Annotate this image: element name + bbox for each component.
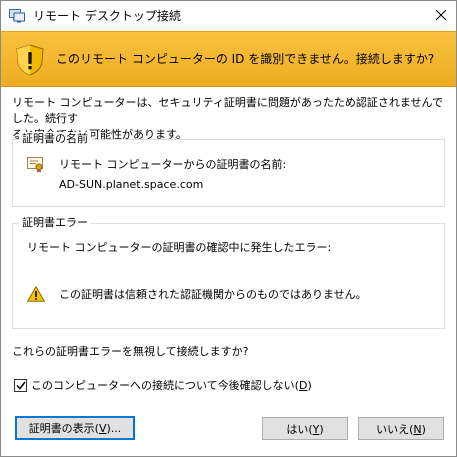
no-button[interactable]: いいえ(N)	[358, 417, 444, 440]
cert-name-group-label: 証明書の名前	[19, 132, 91, 146]
checkmark-icon	[15, 381, 26, 390]
dont-ask-checkbox[interactable]	[14, 379, 27, 392]
description-line-1: リモート コンピューターは、セキュリティ証明書に問題があったため認証されませんで…	[12, 96, 443, 125]
cert-error-caption: リモート コンピューターの証明書の確認中に発生したエラー:	[27, 241, 332, 254]
cert-name-caption: リモート コンピューターからの証明書の名前:	[59, 158, 287, 171]
warning-banner: このリモート コンピューターの ID を識別できません。接続しますか?	[1, 31, 456, 87]
view-certificate-button[interactable]: 証明書の表示(V)...	[15, 416, 135, 440]
certificate-icon	[27, 157, 45, 173]
remote-desktop-dialog: リモート デスクトップ接続 このリモート コンピューターの ID を識別できませ…	[0, 0, 457, 457]
cert-name-group	[12, 139, 445, 207]
banner-message: このリモート コンピューターの ID を識別できません。接続しますか?	[56, 52, 435, 66]
cert-error-group	[12, 223, 445, 329]
cert-name-value: AD-SUN.planet.space.com	[59, 178, 204, 191]
view-certificate-label: 証明書の表示(V)...	[28, 422, 122, 435]
yes-label: はい(Y)	[286, 422, 324, 436]
window-title: リモート デスクトップ接続	[33, 9, 181, 23]
shield-warning-icon	[15, 44, 45, 76]
warning-icon	[27, 286, 45, 302]
yes-button[interactable]: はい(Y)	[262, 417, 348, 440]
cert-error-message: この証明書は信頼された認証機関からのものではありません。	[59, 288, 367, 301]
close-icon	[435, 9, 447, 23]
remote-desktop-icon	[9, 9, 25, 23]
ignore-question: これらの証明書エラーを無視して接続しますか?	[12, 345, 249, 358]
cert-error-group-label: 証明書エラー	[19, 216, 91, 230]
close-button[interactable]	[426, 1, 456, 31]
no-label: いいえ(N)	[376, 422, 426, 436]
title-bar: リモート デスクトップ接続	[1, 1, 456, 31]
dont-ask-label[interactable]: このコンピューターへの接続について今後確認しない(D)	[31, 379, 312, 393]
